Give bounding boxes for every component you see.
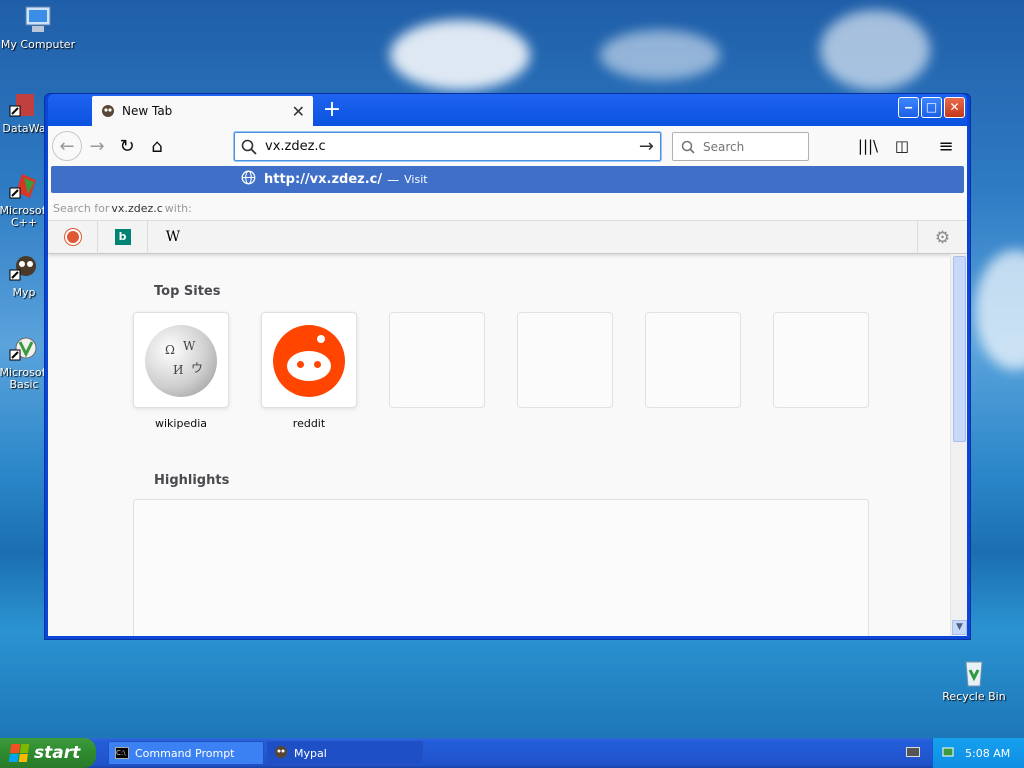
sidebar-icon[interactable]: ◫ <box>887 131 917 161</box>
tab-close-icon[interactable]: ✕ <box>292 102 305 121</box>
browser-window: New Tab ✕ + ‒ □ ✕ ← → ↻ ⌂ vx.zdez.c → Se… <box>44 93 971 640</box>
taskbar-item-label: Mypal <box>294 746 327 760</box>
taskbar-item-mypal[interactable]: Mypal <box>267 741 423 765</box>
bing-icon: b <box>114 229 131 245</box>
start-label: start <box>34 743 81 763</box>
top-site-tile[interactable]: ΩWИウ <box>133 312 229 408</box>
top-site-empty-tile[interactable] <box>517 312 613 408</box>
search-icon <box>241 139 257 155</box>
network-icon[interactable] <box>941 745 955 762</box>
back-button[interactable]: ← <box>52 131 82 161</box>
start-button[interactable]: start <box>0 738 96 768</box>
keyboard-icon[interactable] <box>906 747 920 757</box>
search-settings-gear-icon[interactable]: ⚙ <box>917 221 967 254</box>
search-with-row: Search for vx.zdez.c with: <box>48 197 967 221</box>
taskbar-item-command-prompt[interactable]: C:\ Command Prompt <box>108 741 264 765</box>
title-bar[interactable]: New Tab ✕ + ‒ □ ✕ <box>48 94 967 126</box>
search-with-prefix: Search for <box>53 202 110 215</box>
top-sites-title: Top Sites <box>154 284 221 299</box>
wikipedia-icon: W <box>165 229 181 245</box>
search-with-suffix: with: <box>164 202 192 215</box>
search-placeholder: Search <box>703 139 745 154</box>
suggestion-url: http://vx.zdez.c/ <box>264 172 383 187</box>
mypal-tab-icon <box>100 103 116 119</box>
suggestion-action: Visit <box>404 173 428 186</box>
visual-basic-icon <box>8 332 40 364</box>
top-site-empty-tile[interactable] <box>773 312 869 408</box>
url-suggestion-row[interactable]: http://vx.zdez.c/ — Visit <box>51 166 964 193</box>
highlights-title: Highlights <box>154 473 230 488</box>
vertical-scrollbar[interactable]: ▼ <box>950 254 967 636</box>
command-prompt-icon: C:\ <box>115 747 129 759</box>
taskbar: start C:\ Command Prompt Mypal 5:08 AM <box>0 738 1024 768</box>
computer-icon <box>22 4 54 36</box>
menu-icon[interactable]: ≡ <box>931 131 961 161</box>
database-icon <box>8 88 40 120</box>
windows-logo-icon <box>8 744 30 762</box>
recycle-bin-icon <box>958 656 990 688</box>
cloud <box>600 30 720 80</box>
top-site-tile[interactable] <box>261 312 357 408</box>
desktop-icon-my-computer[interactable]: My Computer <box>0 4 76 51</box>
maximize-button[interactable]: □ <box>921 97 942 118</box>
cloud <box>820 10 930 90</box>
new-tab-page: Top Sites ΩWИウ wikipedia reddit Highligh… <box>48 254 950 636</box>
system-tray: 5:08 AM <box>932 738 1024 768</box>
scroll-thumb[interactable] <box>953 256 966 442</box>
url-input[interactable]: vx.zdez.c <box>265 139 639 154</box>
browser-content: ← → ↻ ⌂ vx.zdez.c → Search |||\ ◫ ≡ http… <box>48 126 967 636</box>
desktop-icon-recycle-bin[interactable]: Recycle Bin <box>936 656 1012 703</box>
close-button[interactable]: ✕ <box>944 97 965 118</box>
cloud <box>975 250 1024 370</box>
search-bar[interactable]: Search <box>672 132 809 161</box>
new-tab-button[interactable]: + <box>320 97 344 123</box>
top-site-empty-tile[interactable] <box>645 312 741 408</box>
taskbar-item-label: Command Prompt <box>135 746 235 760</box>
navigation-toolbar: ← → ↻ ⌂ vx.zdez.c → Search |||\ ◫ ≡ <box>48 126 967 166</box>
engine-duckduckgo[interactable] <box>48 220 98 254</box>
search-icon <box>681 140 695 154</box>
toolbar-right: |||\ ◫ ≡ <box>853 131 961 161</box>
highlights-panel <box>133 499 869 636</box>
suggestion-separator: — <box>387 172 400 187</box>
top-site-label: wikipedia <box>154 417 207 430</box>
wikipedia-globe-icon: ΩWИウ <box>145 325 217 397</box>
cloud <box>390 20 530 90</box>
desktop-icon-label: My Computer <box>0 38 76 51</box>
engine-wikipedia[interactable]: W <box>148 221 198 254</box>
scroll-down-arrow-icon[interactable]: ▼ <box>952 620 967 635</box>
minimize-button[interactable]: ‒ <box>898 97 919 118</box>
window-controls: ‒ □ ✕ <box>898 97 965 118</box>
duckduckgo-icon <box>64 229 81 245</box>
search-with-query: vx.zdez.c <box>111 202 163 215</box>
go-arrow-icon[interactable]: → <box>639 136 654 157</box>
top-site-empty-tile[interactable] <box>389 312 485 408</box>
forward-button[interactable]: → <box>82 131 112 161</box>
visual-cpp-icon <box>8 170 40 202</box>
top-site-label: reddit <box>292 417 326 430</box>
reddit-icon <box>273 325 345 397</box>
globe-icon <box>241 170 256 189</box>
desktop-icon-label: Recycle Bin <box>942 690 1006 703</box>
tab-title: New Tab <box>122 104 173 118</box>
library-icon[interactable]: |||\ <box>853 131 883 161</box>
mypal-icon <box>8 252 40 284</box>
home-button[interactable]: ⌂ <box>142 131 172 161</box>
clock[interactable]: 5:08 AM <box>965 747 1010 760</box>
one-off-search-engines: b W ⚙ <box>48 220 967 254</box>
tab-new-tab[interactable]: New Tab ✕ <box>92 96 313 126</box>
mypal-icon <box>274 745 288 762</box>
url-bar[interactable]: vx.zdez.c → <box>234 132 661 161</box>
reload-button[interactable]: ↻ <box>112 131 142 161</box>
engine-bing[interactable]: b <box>98 220 148 254</box>
